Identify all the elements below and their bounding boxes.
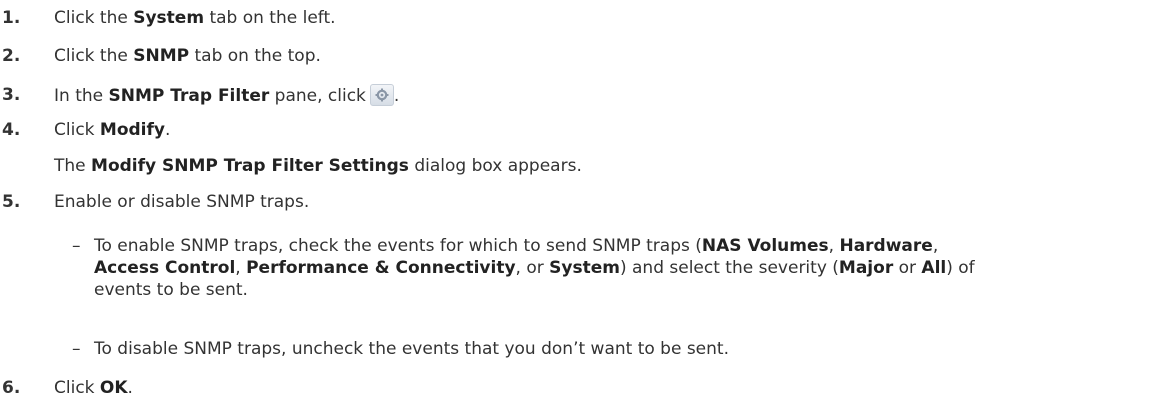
ui-term-performance-connectivity: Performance & Connectivity <box>246 258 516 278</box>
step-text: In the SNMP Trap Filter pane, click. <box>54 84 400 106</box>
bullet-disable: – To disable SNMP traps, uncheck the eve… <box>72 338 1160 360</box>
ui-term-system: System <box>549 258 620 278</box>
bullet-text: To disable SNMP traps, uncheck the event… <box>94 339 729 359</box>
ui-term-all: All <box>921 258 947 278</box>
bullet-dash: – <box>72 236 81 256</box>
step-text: Click the System tab on the left. <box>54 8 336 28</box>
ui-term-ok: OK <box>99 378 128 398</box>
ui-term-major: Major <box>838 258 894 278</box>
step-text: Click OK. <box>54 378 133 398</box>
step-text: Click the SNMP tab on the top. <box>54 46 321 66</box>
step-text: Enable or disable SNMP traps. <box>54 192 310 212</box>
bullet-enable: – To enable SNMP traps, check the events… <box>72 235 1160 301</box>
ui-term-modify: Modify <box>99 120 165 140</box>
bullet-dash: – <box>72 339 81 359</box>
ui-term-access-control: Access Control <box>94 258 236 278</box>
ui-term-nas-volumes: NAS Volumes <box>701 236 829 256</box>
bullet-text: To enable SNMP traps, check the events f… <box>94 236 975 300</box>
step-number: 3. <box>2 85 21 105</box>
ui-term-snmp-trap-filter: SNMP Trap Filter <box>108 86 270 106</box>
ui-term-dialog-name: Modify SNMP Trap Filter Settings <box>91 156 409 176</box>
ui-term-hardware: Hardware <box>839 236 933 256</box>
ui-term-system: System <box>133 8 205 28</box>
ui-term-snmp: SNMP <box>133 46 190 66</box>
gear-icon <box>369 84 394 106</box>
step-number: 5. <box>2 192 21 212</box>
step-number: 2. <box>2 46 21 66</box>
step-number: 1. <box>2 8 21 28</box>
step-text: Click Modify. <box>54 120 171 140</box>
step-result-text: The Modify SNMP Trap Filter Settings dia… <box>54 156 582 176</box>
step-number: 6. <box>2 378 21 398</box>
step-number: 4. <box>2 120 21 140</box>
